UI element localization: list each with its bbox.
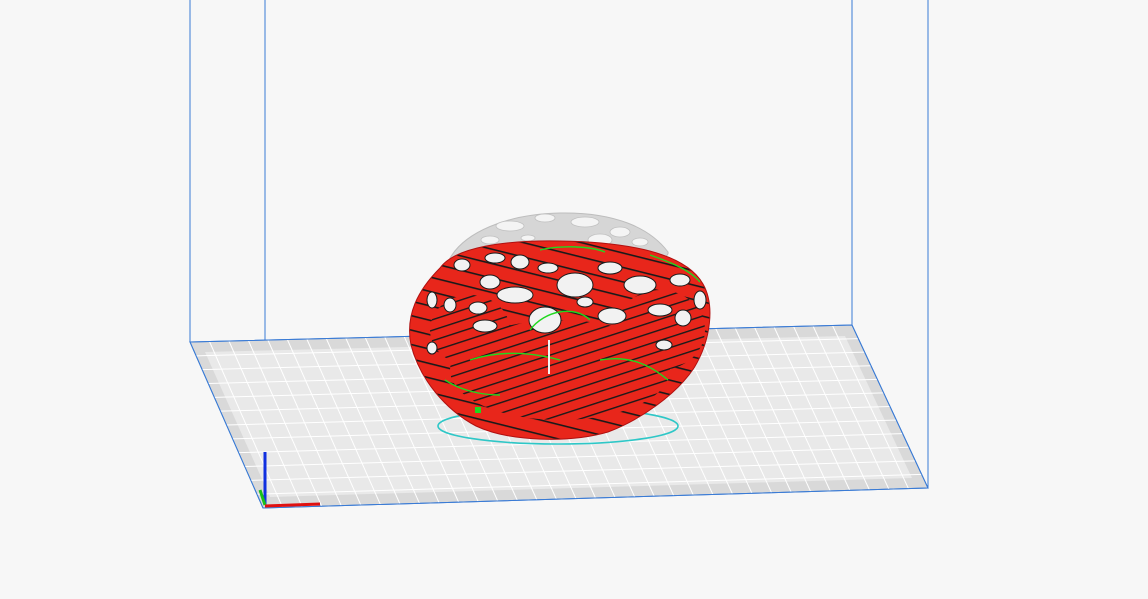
x-axis xyxy=(264,502,321,508)
scene-canvas[interactable] xyxy=(0,0,1148,599)
3d-viewport[interactable] xyxy=(0,0,1148,599)
